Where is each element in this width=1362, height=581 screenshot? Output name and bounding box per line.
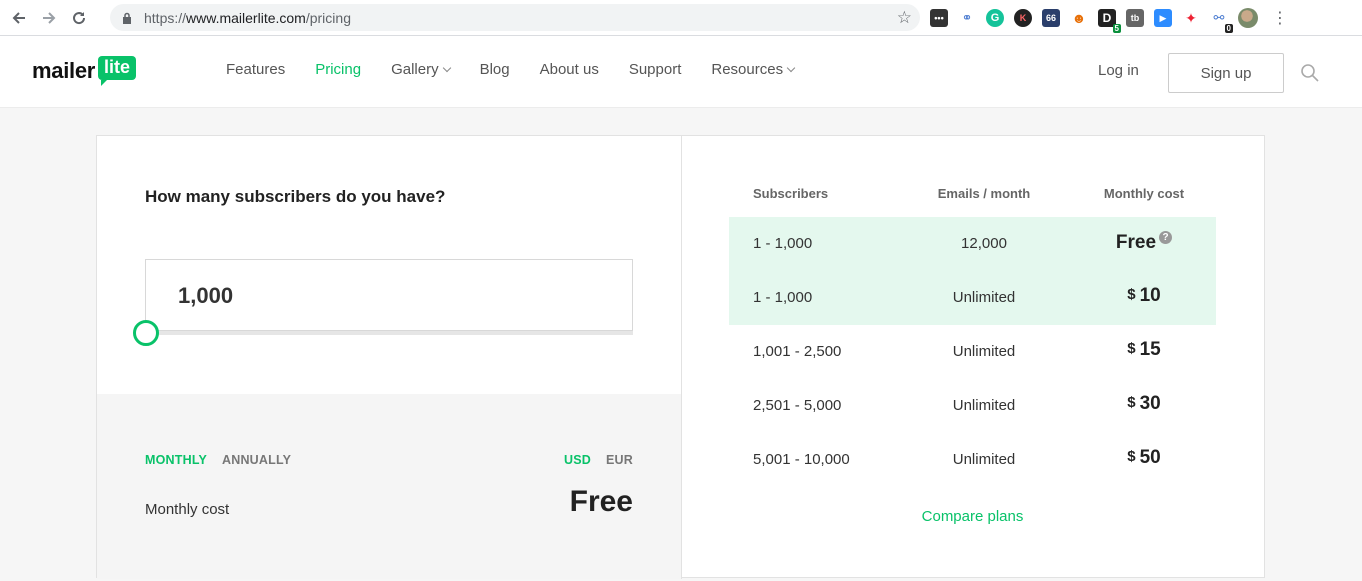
subscriber-count-value: 1,000 bbox=[178, 283, 234, 308]
signup-button[interactable]: Sign up bbox=[1168, 53, 1284, 93]
row-emails: Unlimited bbox=[952, 343, 1016, 360]
ext-k-icon[interactable]: K bbox=[1014, 9, 1032, 27]
nav-features[interactable]: Features bbox=[226, 61, 285, 78]
logo-bubble: lite bbox=[98, 56, 137, 86]
pricing-row: 1 - 1,000 Unlimited $10 bbox=[729, 271, 1216, 325]
row-cost-value: 15 bbox=[1139, 339, 1161, 360]
row-emails: 12,000 bbox=[961, 235, 1007, 252]
ext-link-icon[interactable]: ⚭ bbox=[958, 9, 976, 27]
pricing-card: How many subscribers do you have? 1,000 … bbox=[96, 135, 1265, 579]
site-header: mailer lite Features Pricing Gallery Blo… bbox=[0, 36, 1362, 108]
compare-plans-link[interactable]: Compare plans bbox=[729, 508, 1216, 525]
mailerlite-logo[interactable]: mailer lite bbox=[32, 56, 137, 86]
row-emails: Unlimited bbox=[952, 451, 1016, 468]
search-icon[interactable] bbox=[1300, 63, 1320, 83]
pricing-row: 1 - 1,000 12,000 Free? bbox=[729, 217, 1216, 271]
row-subscribers: 5,001 - 10,000 bbox=[753, 451, 850, 468]
nav-about-us[interactable]: About us bbox=[540, 61, 599, 78]
pricing-row: 2,501 - 5,000 Unlimited $30 bbox=[729, 379, 1216, 433]
chevron-down-icon bbox=[786, 63, 796, 72]
ext-d-icon[interactable]: D5 bbox=[1098, 9, 1121, 33]
row-cost: $30 bbox=[1069, 393, 1219, 415]
subscriber-slider-track[interactable] bbox=[145, 331, 633, 335]
row-currency: $ bbox=[1127, 340, 1136, 357]
logo-wordmark: mailer bbox=[32, 58, 96, 83]
browser-toolbar: https://www.mailerlite.com/pricing ☆ •••… bbox=[0, 0, 1362, 36]
nav-gallery[interactable]: Gallery bbox=[391, 61, 451, 78]
bookmark-star-icon[interactable]: ☆ bbox=[897, 8, 912, 28]
row-cost: $10 bbox=[1069, 285, 1219, 307]
row-cost-value: 30 bbox=[1139, 393, 1161, 414]
row-cost-value: Free bbox=[1115, 232, 1157, 253]
chevron-down-icon bbox=[442, 63, 451, 72]
row-cost: Free? bbox=[1069, 231, 1219, 254]
ext-tb-icon[interactable]: tb bbox=[1126, 9, 1144, 27]
row-subscribers: 2,501 - 5,000 bbox=[753, 397, 842, 414]
col-header-subscribers: Subscribers bbox=[753, 186, 829, 201]
currency-usd-toggle[interactable]: USD bbox=[564, 453, 591, 467]
subscriber-calculator: How many subscribers do you have? 1,000 bbox=[97, 136, 681, 394]
lock-icon bbox=[120, 11, 134, 25]
row-currency: $ bbox=[1127, 394, 1136, 411]
pricing-row: 1,001 - 2,500 Unlimited $15 bbox=[729, 325, 1216, 379]
subscriber-question: How many subscribers do you have? bbox=[145, 187, 446, 206]
address-bar[interactable]: https://www.mailerlite.com/pricing ☆ bbox=[110, 4, 920, 31]
nav-resources[interactable]: Resources bbox=[711, 61, 796, 78]
reload-icon[interactable] bbox=[68, 7, 90, 29]
monthly-cost-label: Monthly cost bbox=[145, 501, 230, 518]
login-link[interactable]: Log in bbox=[1098, 62, 1139, 79]
col-header-emails: Emails / month bbox=[937, 186, 1031, 201]
url-text: https://www.mailerlite.com/pricing bbox=[144, 9, 351, 26]
nav-support[interactable]: Support bbox=[629, 61, 682, 78]
row-emails: Unlimited bbox=[952, 397, 1016, 414]
row-emails: Unlimited bbox=[952, 289, 1016, 306]
main-nav: Features Pricing Gallery Blog About us S… bbox=[226, 61, 824, 78]
nav-pricing[interactable]: Pricing bbox=[315, 61, 361, 78]
row-subscribers: 1 - 1,000 bbox=[753, 289, 813, 306]
billing-monthly-toggle[interactable]: MONTHLY bbox=[145, 453, 207, 467]
forward-icon[interactable] bbox=[38, 7, 60, 29]
row-subscribers: 1,001 - 2,500 bbox=[753, 343, 842, 360]
help-icon[interactable]: ? bbox=[1159, 231, 1173, 244]
row-subscribers: 1 - 1,000 bbox=[753, 235, 813, 252]
profile-avatar[interactable] bbox=[1238, 8, 1258, 28]
monthly-cost-value: Free bbox=[569, 485, 633, 518]
cost-summary: MONTHLY ANNUALLY USD EUR Monthly cost Fr… bbox=[97, 394, 681, 579]
ext-66-icon[interactable]: 66 bbox=[1042, 9, 1060, 27]
row-currency: $ bbox=[1127, 286, 1136, 303]
back-icon[interactable] bbox=[8, 7, 30, 29]
ext-chain-icon[interactable]: ⚯ 0 bbox=[1210, 9, 1233, 33]
row-cost-value: 10 bbox=[1139, 285, 1161, 306]
pricing-row: 5,001 - 10,000 Unlimited $50 bbox=[729, 433, 1216, 487]
row-cost-value: 50 bbox=[1139, 447, 1161, 468]
billing-annually-toggle[interactable]: ANNUALLY bbox=[222, 453, 291, 467]
currency-eur-toggle[interactable]: EUR bbox=[606, 453, 633, 467]
ext-menu-icon[interactable]: ••• bbox=[930, 9, 948, 27]
extensions-bar: ••• ⚭ G K 66 ☻ D5 tb ▶ ✦ ⚯ 0 ⋮ bbox=[930, 6, 1288, 33]
col-header-cost: Monthly cost bbox=[1103, 186, 1185, 201]
ext-fox-icon[interactable]: ☻ bbox=[1070, 9, 1088, 27]
card-divider bbox=[681, 136, 682, 579]
ext-red-icon[interactable]: ✦ bbox=[1182, 9, 1200, 27]
row-currency: $ bbox=[1127, 448, 1136, 465]
browser-menu-icon[interactable]: ⋮ bbox=[1272, 8, 1288, 28]
subscriber-count-input[interactable]: 1,000 bbox=[145, 259, 633, 331]
ext-zoom-icon[interactable]: ▶ bbox=[1154, 9, 1172, 27]
subscriber-slider-handle[interactable] bbox=[133, 320, 159, 346]
ext-grammarly-icon[interactable]: G bbox=[986, 9, 1004, 27]
row-cost: $15 bbox=[1069, 339, 1219, 361]
nav-blog[interactable]: Blog bbox=[480, 61, 510, 78]
row-cost: $50 bbox=[1069, 447, 1219, 469]
